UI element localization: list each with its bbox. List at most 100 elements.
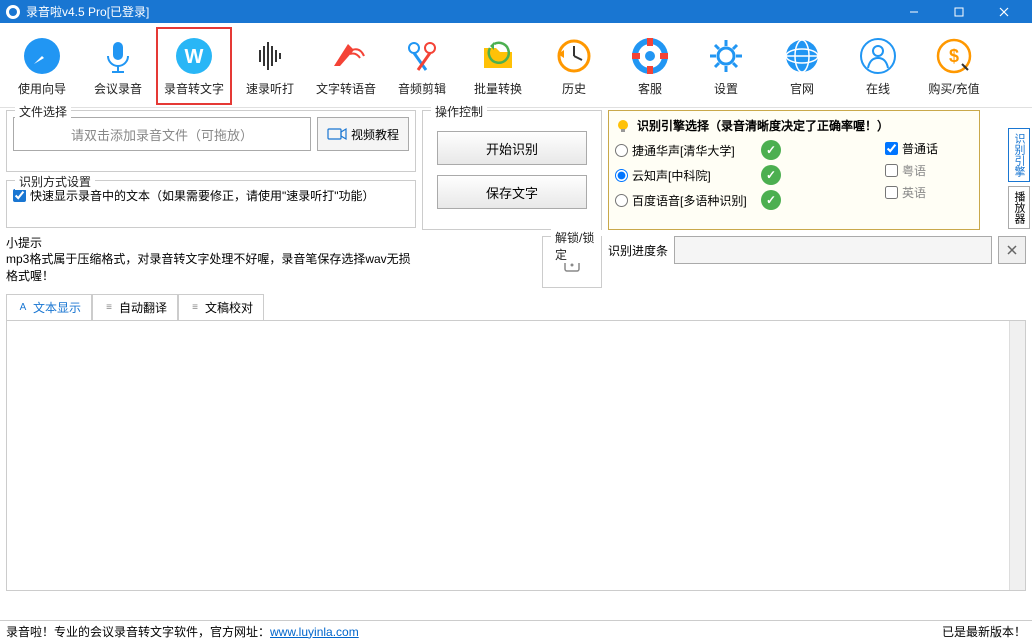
stt-icon: W (174, 36, 214, 76)
main-toolbar: 使用向导 会议录音 W 录音转文字 速录听打 文字转语音 音频剪辑 批量转换 历史 客服 设置 官网 在… (0, 23, 1032, 108)
toolbar-batch[interactable]: 批量转换 (460, 27, 536, 105)
fast-icon (250, 36, 290, 76)
toolbar-label: 使用向导 (18, 80, 66, 97)
file-select-title: 文件选择 (15, 103, 71, 120)
video-tutorial-button[interactable]: 视频教程 (317, 117, 409, 151)
toolbar-label: 历史 (562, 80, 586, 97)
app-icon (6, 5, 20, 19)
svg-text:$: $ (949, 46, 959, 66)
toolbar-online[interactable]: 在线 (840, 27, 916, 105)
result-tab[interactable]: A文本显示 (6, 294, 92, 320)
minimize-button[interactable] (891, 0, 936, 23)
save-text-button[interactable]: 保存文字 (437, 175, 587, 209)
lang-checkbox[interactable] (885, 142, 898, 155)
service-icon (630, 36, 670, 76)
file-drop-zone[interactable]: 请双击添加录音文件（可拖放） (13, 117, 311, 151)
toolbar-settings[interactable]: 设置 (688, 27, 764, 105)
status-bar: 录音啦！专业的会议录音转文字软件，官方网址： www.luyinla.com 已… (0, 620, 1032, 642)
window-title: 录音啦v4.5 Pro[已登录] (26, 3, 891, 20)
status-version: 已是最新版本！ (942, 623, 1026, 640)
engine-select-group: 识别引擎选择（录音清晰度决定了正确率喔！） 捷通华声[清华大学] ✓ 云知声[中科… (608, 110, 980, 230)
engine-option-yunzhi[interactable]: 云知声[中科院] (615, 167, 755, 184)
toolbar-label: 会议录音 (94, 80, 142, 97)
toolbar-buy[interactable]: $ 购买/充值 (916, 27, 992, 105)
result-tab[interactable]: ≡文稿校对 (178, 294, 264, 320)
toolbar-label: 录音转文字 (164, 80, 224, 97)
check-icon: ✓ (761, 165, 781, 185)
lock-group: 解锁/锁定 (542, 236, 602, 288)
engine-title: 识别引擎选择（录音清晰度决定了正确率喔！） (637, 117, 889, 134)
operation-control-group: 操作控制 开始识别 保存文字 (422, 110, 602, 230)
fast-display-checkbox[interactable] (13, 189, 26, 202)
status-url[interactable]: www.luyinla.com (270, 625, 359, 639)
progress-label: 识别进度条 (608, 242, 668, 259)
svg-text:W: W (185, 46, 204, 68)
toolbar-label: 文字转语音 (316, 80, 376, 97)
toolbar-label: 官网 (790, 80, 814, 97)
toolbar-audioedit[interactable]: 音频剪辑 (384, 27, 460, 105)
toolbar-site[interactable]: 官网 (764, 27, 840, 105)
progress-bar (674, 236, 992, 264)
maximize-button[interactable] (936, 0, 981, 23)
lang-checkbox[interactable] (885, 164, 898, 177)
tips-text: mp3格式属于压缩格式，对录音转文字处理不好喔，录音笔保存选择wav无损格式喔！ (6, 251, 416, 285)
lang-option[interactable]: 英语 (885, 184, 1025, 201)
tab-icon: ≡ (189, 302, 201, 314)
online-icon (858, 36, 898, 76)
lang-checkbox[interactable] (885, 186, 898, 199)
guide-icon (22, 36, 62, 76)
batch-icon (478, 36, 518, 76)
settings-icon (706, 36, 746, 76)
buy-icon: $ (934, 36, 974, 76)
side-tab[interactable]: 播放器 (1008, 186, 1030, 229)
engine-radio[interactable] (615, 144, 628, 157)
tab-icon: ≡ (103, 302, 115, 314)
video-tutorial-label: 视频教程 (351, 126, 399, 143)
result-tab[interactable]: ≡自动翻译 (92, 294, 178, 320)
operation-control-title: 操作控制 (431, 103, 487, 120)
toolbar-label: 客服 (638, 80, 662, 97)
text-scrollbar[interactable] (1009, 321, 1025, 590)
toolbar-fast[interactable]: 速录听打 (232, 27, 308, 105)
lang-option[interactable]: 粤语 (885, 162, 1025, 179)
check-icon: ✓ (761, 190, 781, 210)
toolbar-label: 设置 (714, 80, 738, 97)
record-icon (98, 36, 138, 76)
status-text: 录音啦！专业的会议录音转文字软件，官方网址： (6, 623, 270, 640)
toolbar-label: 速录听打 (246, 80, 294, 97)
toolbar-label: 在线 (866, 80, 890, 97)
engine-radio[interactable] (615, 169, 628, 182)
bulb-icon (615, 118, 631, 134)
start-recognition-button[interactable]: 开始识别 (437, 131, 587, 165)
toolbar-label: 批量转换 (474, 80, 522, 97)
file-select-group: 文件选择 请双击添加录音文件（可拖放） 视频教程 (6, 110, 416, 172)
close-button[interactable] (981, 0, 1026, 23)
toolbar-tts[interactable]: 文字转语音 (308, 27, 384, 105)
check-icon: ✓ (761, 140, 781, 160)
toolbar-stt[interactable]: W 录音转文字 (156, 27, 232, 105)
toolbar-record[interactable]: 会议录音 (80, 27, 156, 105)
toolbar-label: 购买/充值 (928, 80, 979, 97)
engine-option-baidu[interactable]: 百度语音[多语种识别] (615, 192, 755, 209)
engine-option-jietong[interactable]: 捷通华声[清华大学] (615, 142, 755, 159)
toolbar-label: 音频剪辑 (398, 80, 446, 97)
lock-title: 解锁/锁定 (551, 229, 601, 263)
toolbar-service[interactable]: 客服 (612, 27, 688, 105)
titlebar: 录音啦v4.5 Pro[已登录] (0, 0, 1032, 23)
progress-close-button[interactable] (998, 236, 1026, 264)
lang-option[interactable]: 普通话 (885, 140, 1025, 157)
tips-section: 小提示 mp3格式属于压缩格式，对录音转文字处理不好喔，录音笔保存选择wav无损… (6, 234, 416, 285)
recognition-mode-title: 识别方式设置 (15, 173, 95, 190)
engine-radio[interactable] (615, 194, 628, 207)
camera-icon (327, 126, 347, 142)
recognition-mode-group: 识别方式设置 快速显示录音中的文本（如果需要修正，请使用"速录听打"功能） (6, 180, 416, 228)
tab-icon: A (17, 302, 29, 314)
text-display-area[interactable] (6, 321, 1026, 591)
toolbar-guide[interactable]: 使用向导 (4, 27, 80, 105)
result-tabs: A文本显示≡自动翻译≡文稿校对 (6, 294, 1026, 321)
side-tab[interactable]: 识别引擎 (1008, 128, 1030, 182)
site-icon (782, 36, 822, 76)
toolbar-history[interactable]: 历史 (536, 27, 612, 105)
window-controls (891, 0, 1026, 23)
audioedit-icon (402, 36, 442, 76)
